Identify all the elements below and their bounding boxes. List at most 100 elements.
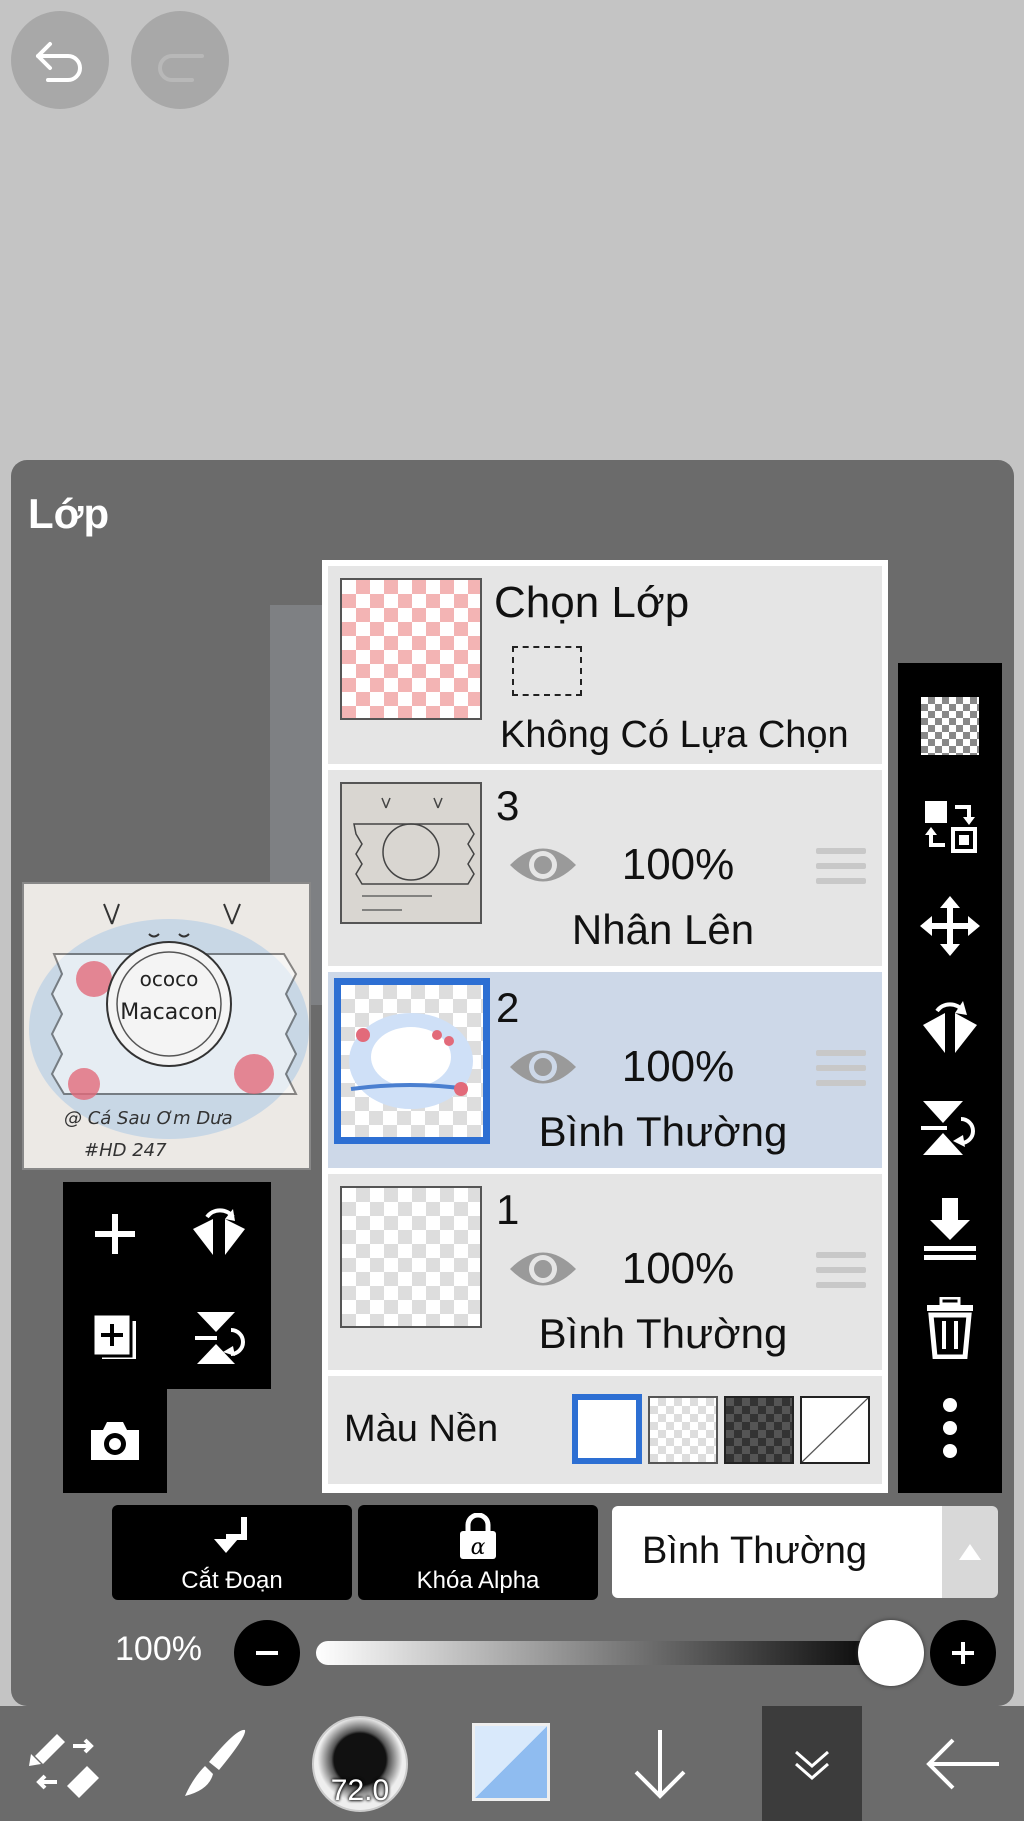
- left-tool-block: [63, 1182, 271, 1389]
- svg-text:α: α: [471, 1535, 486, 1560]
- background-color-row: Màu Nền: [328, 1376, 882, 1484]
- layer-number: 3: [496, 782, 520, 829]
- duplicate-layer-button[interactable]: [63, 1286, 167, 1390]
- layer-thumbnail: [340, 782, 482, 924]
- layer-opacity: 100%: [621, 1042, 735, 1091]
- flip-h-icon: [923, 1001, 977, 1053]
- blend-mode-select[interactable]: Bình Thường: [612, 1506, 942, 1598]
- brush-size-value: 72.0: [330, 1774, 390, 1807]
- add-layer-icon: [95, 1214, 135, 1254]
- caret-up-icon: [959, 1544, 981, 1560]
- flip-v-icon: [921, 1101, 975, 1155]
- opacity-slider-track[interactable]: [316, 1641, 896, 1665]
- bg-white-option[interactable]: [572, 1394, 642, 1464]
- bg-none-option[interactable]: [800, 1396, 870, 1464]
- canvas-preview[interactable]: ococo Macacon @ Cá Sau Ơm Dưa #HD 247: [22, 882, 311, 1170]
- blend-mode-dropdown-button[interactable]: [942, 1506, 998, 1598]
- layer-number: 2: [496, 984, 520, 1031]
- arrow-down-icon: [634, 1730, 686, 1799]
- transform-tool-button[interactable]: [20, 1718, 110, 1810]
- preview-text-1: ococo: [140, 967, 199, 991]
- selection-layer-title: Chọn Lớp: [494, 578, 690, 627]
- undo-button[interactable]: [11, 11, 109, 109]
- clip-label: Cắt Đoạn: [181, 1567, 283, 1594]
- selection-layer-row[interactable]: Chọn Lớp Không Có Lựa Chọn: [328, 566, 882, 764]
- clip-button[interactable]: Cắt Đoạn: [112, 1505, 352, 1600]
- lock-icon: α: [460, 1513, 496, 1560]
- flip-v-button[interactable]: [898, 1083, 1002, 1173]
- merge-down-icon: [924, 1198, 976, 1260]
- layer-row[interactable]: 2 100% Bình Thường: [328, 972, 882, 1168]
- flip-vertical-button[interactable]: [167, 1286, 271, 1390]
- camera-button[interactable]: [63, 1389, 167, 1493]
- drag-handle-icon[interactable]: [816, 1050, 866, 1094]
- brush-tool-button[interactable]: [168, 1718, 258, 1810]
- layer-opacity: 100%: [621, 1244, 735, 1293]
- layer-row[interactable]: 3 100% Nhân Lên: [328, 770, 882, 966]
- duplicate-layer-icon: [91, 1312, 138, 1361]
- opacity-value-label: 100%: [115, 1630, 202, 1668]
- trash-icon: [927, 1297, 973, 1359]
- minus-icon: [256, 1651, 278, 1655]
- right-toolbar: [898, 663, 1002, 1493]
- move-icon: [920, 896, 980, 956]
- swap-layer-icon: [925, 801, 977, 853]
- layer-thumbnail: [334, 978, 490, 1144]
- layer-blend-mode: Bình Thường: [538, 1310, 788, 1357]
- collapse-icon: [795, 1750, 829, 1780]
- preview-drawing: ococo Macacon @ Cá Sau Ơm Dưa #HD 247: [24, 884, 309, 1168]
- opacity-decrease-button[interactable]: [234, 1620, 300, 1686]
- visibility-eye-icon[interactable]: [508, 1244, 578, 1294]
- preview-text-4: #HD 247: [84, 1140, 167, 1161]
- color-picker-button[interactable]: [472, 1723, 550, 1801]
- transform-tool-icon: [29, 1734, 99, 1798]
- brush-size-button[interactable]: 72.0: [312, 1716, 408, 1812]
- move-button[interactable]: [898, 881, 1002, 971]
- flip-h-button[interactable]: [898, 983, 1002, 1073]
- layer-row[interactable]: 1 100% Bình Thường: [328, 1174, 882, 1370]
- panel-title: Lớp: [28, 490, 110, 537]
- back-button[interactable]: [918, 1718, 1008, 1810]
- redo-button[interactable]: [131, 11, 229, 109]
- flip-horizontal-button[interactable]: [167, 1182, 271, 1286]
- more-options-button[interactable]: [898, 1383, 1002, 1473]
- camera-icon: [91, 1422, 139, 1460]
- preview-text-3: @ Cá Sau Ơm Dưa: [64, 1108, 233, 1129]
- more-icon: [943, 1398, 957, 1458]
- undo-icon: [36, 42, 82, 82]
- opacity-increase-button[interactable]: [930, 1620, 996, 1686]
- swap-layer-button[interactable]: [898, 781, 1002, 871]
- drag-handle-icon[interactable]: [816, 848, 866, 892]
- selection-marquee-icon: [512, 646, 582, 696]
- selection-status: Không Có Lựa Chọn: [500, 714, 849, 756]
- delete-layer-button[interactable]: [898, 1283, 1002, 1373]
- alpha-lock-button[interactable]: α Khóa Alpha: [358, 1505, 598, 1600]
- layer-number: 1: [496, 1186, 520, 1233]
- layer-list: Chọn Lớp Không Có Lựa Chọn 3 100% Nhân L…: [322, 560, 888, 1493]
- alpha-lock-label: Khóa Alpha: [416, 1567, 540, 1594]
- brush-icon: [185, 1729, 246, 1796]
- preview-text-2: Macacon: [120, 1000, 218, 1025]
- layer-thumbnail: [340, 1186, 482, 1328]
- plus-icon: [952, 1642, 974, 1664]
- new-layer-button[interactable]: [898, 681, 1002, 771]
- add-layer-button[interactable]: [63, 1182, 167, 1286]
- clip-arrow-icon: [214, 1517, 247, 1553]
- opacity-slider-knob[interactable]: [858, 1620, 924, 1686]
- layer-blend-mode: Bình Thường: [538, 1108, 788, 1155]
- redo-icon: [158, 54, 204, 82]
- merge-down-button[interactable]: [898, 1183, 1002, 1273]
- blend-mode-value: Bình Thường: [642, 1530, 868, 1572]
- visibility-eye-icon[interactable]: [508, 840, 578, 890]
- left-tool-block-2: [63, 1389, 167, 1493]
- layer-down-button[interactable]: [620, 1718, 700, 1810]
- bg-light-checker-option[interactable]: [648, 1396, 718, 1464]
- flip-vertical-icon: [195, 1312, 245, 1364]
- collapse-menu-button[interactable]: [762, 1706, 862, 1821]
- bg-dark-checker-option[interactable]: [724, 1396, 794, 1464]
- visibility-eye-icon[interactable]: [508, 1042, 578, 1092]
- layer-blend-mode: Nhân Lên: [571, 906, 755, 953]
- selection-thumbnail: [340, 578, 482, 720]
- drag-handle-icon[interactable]: [816, 1252, 866, 1296]
- checker-icon: [921, 697, 979, 755]
